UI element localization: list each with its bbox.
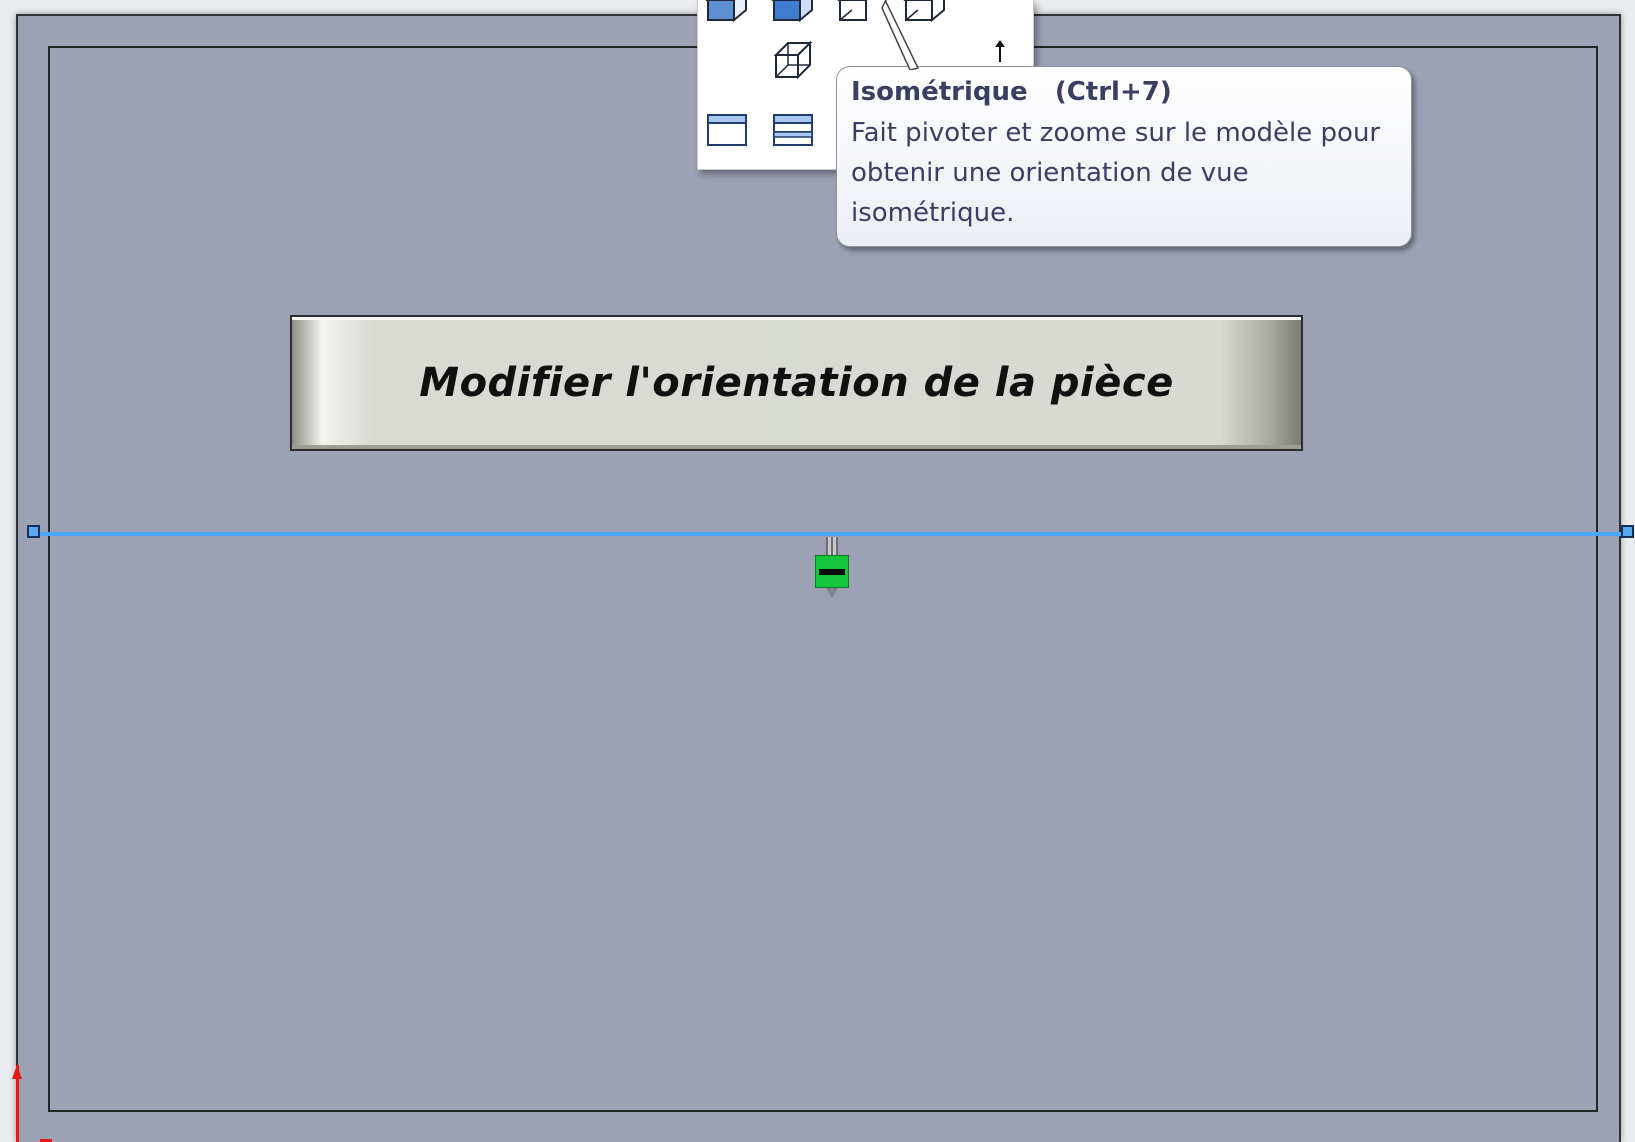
tooltip-title: Isométrique [851, 77, 1028, 107]
front-view-icon[interactable] [703, 0, 751, 26]
sketch-line[interactable] [34, 532, 1630, 536]
sketch-endpoint-right[interactable] [1621, 525, 1634, 538]
top-view-icon[interactable] [769, 0, 817, 26]
relation-marker-stem [826, 537, 838, 557]
origin-arrow-icon [12, 1065, 22, 1079]
relation-marker-tail [826, 588, 838, 598]
tooltip-description: Fait pivoter et zoome sur le modèle pour… [851, 118, 1381, 228]
two-viewport-icon[interactable] [769, 108, 817, 152]
tooltip-title-row: Isométrique (Ctrl+7) [851, 75, 1397, 109]
title-banner-text: Modifier l'orientation de la pièce [419, 360, 1174, 406]
single-viewport-icon[interactable] [703, 108, 751, 152]
title-banner: Modifier l'orientation de la pièce [290, 315, 1303, 451]
tooltip-shortcut: (Ctrl+7) [1054, 77, 1172, 107]
up-arrow-icon [995, 40, 1005, 62]
trimetric-view-icon[interactable] [835, 0, 883, 26]
horizontal-bar-glyph [819, 568, 845, 575]
horizontal-relation-icon[interactable] [815, 555, 849, 588]
isometric-tooltip: Isométrique (Ctrl+7) Fait pivoter et zoo… [836, 66, 1412, 247]
mouse-cursor-icon [881, 0, 920, 70]
isometric-view-icon[interactable] [769, 38, 817, 82]
sketch-endpoint-left[interactable] [27, 525, 40, 538]
